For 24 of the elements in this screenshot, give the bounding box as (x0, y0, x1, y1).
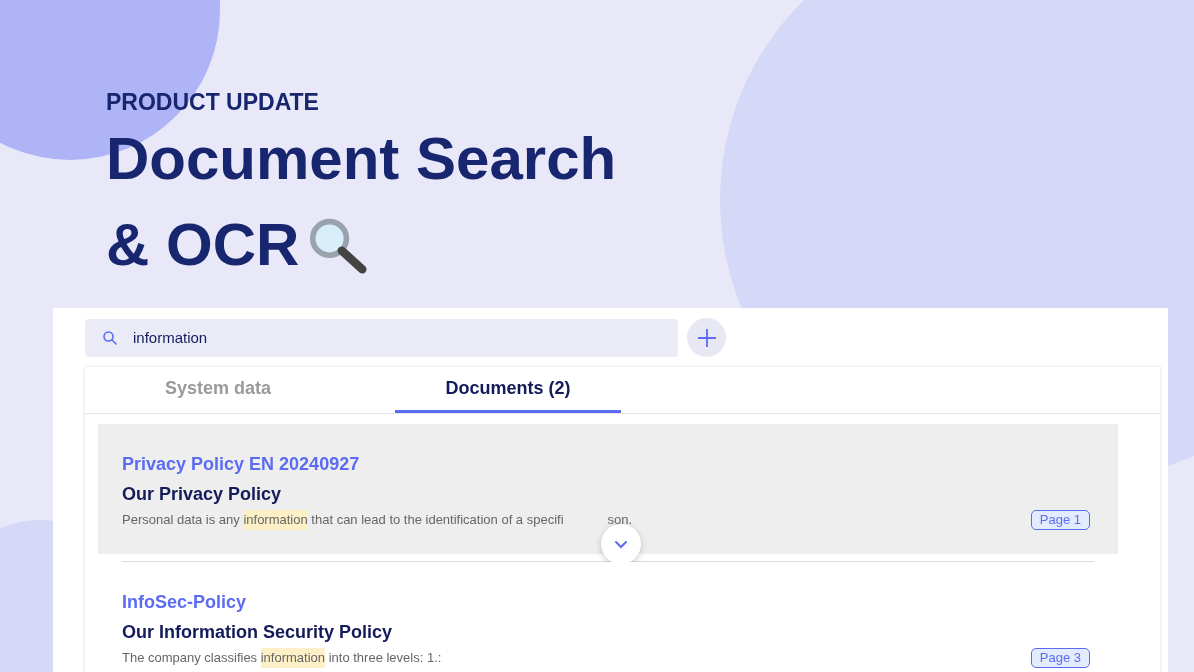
result-source: Privacy Policy EN 20240927 (122, 453, 361, 476)
add-button[interactable] (687, 318, 726, 357)
plus-icon (696, 327, 717, 348)
highlighted-match: information (260, 648, 326, 668)
snippet-text: into three levels: 1.: (327, 649, 442, 668)
search-field[interactable]: information (85, 318, 678, 357)
search-icon (102, 329, 118, 346)
snippet-text: son. (607, 511, 633, 530)
snippet-text: that can lead to the identification of a specifi (310, 511, 564, 530)
result-source: InfoSec-Policy (122, 591, 248, 614)
page-title: Document Search (106, 124, 617, 194)
page-title: & OCR (106, 210, 300, 280)
magnifier-icon (307, 216, 370, 274)
result-title: Our Privacy Policy (122, 483, 283, 506)
snippet-text: Personal data is any (122, 511, 241, 530)
page-tag[interactable]: Page 1 (1030, 510, 1090, 530)
highlighted-match: information (243, 510, 308, 530)
eyebrow-label: PRODUCT UPDATE (106, 88, 320, 116)
snippet-text: The company classifies (122, 649, 259, 668)
page-tag[interactable]: Page 3 (1030, 648, 1090, 668)
chevron-down-icon (614, 539, 628, 549)
result-card[interactable]: Privacy Policy EN 20240927 Our Privacy Policy Personal data is any information that can lead to the identification of a specifi son. Page 1 (98, 424, 1118, 554)
result-title: Our Information Security Policy (122, 621, 394, 644)
tab[interactable]: Documents (2) (395, 367, 621, 413)
